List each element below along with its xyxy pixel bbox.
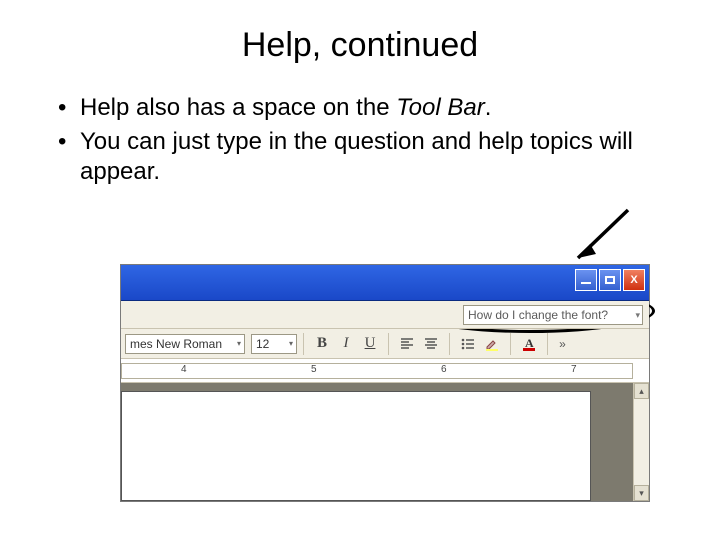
separator: [547, 333, 548, 355]
formatting-toolbar: mes New Roman ▾ 12 ▾ B I U A »: [121, 329, 649, 359]
help-search-input[interactable]: How do I change the font? ▾: [463, 305, 643, 325]
chevron-down-icon[interactable]: ▾: [289, 339, 293, 348]
scroll-down-button[interactable]: ▾: [634, 485, 649, 501]
scroll-up-button[interactable]: ▴: [634, 383, 649, 399]
svg-text:A: A: [525, 336, 534, 350]
titlebar: X: [121, 265, 649, 301]
chevron-down-icon[interactable]: ▾: [635, 310, 640, 321]
page-title: Help, continued: [30, 26, 690, 65]
highlight-button[interactable]: [481, 333, 503, 355]
menubar: How do I change the font? ▾: [121, 301, 649, 329]
separator: [303, 333, 304, 355]
align-center-button[interactable]: [420, 333, 442, 355]
bullet-list: Help also has a space on the Tool Bar. Y…: [58, 93, 690, 187]
annotation-arrow: [566, 206, 636, 266]
document-area: ▴ ▾: [121, 383, 649, 501]
close-button[interactable]: X: [623, 269, 645, 291]
list-item: Help also has a space on the Tool Bar.: [58, 93, 690, 123]
font-name-select[interactable]: mes New Roman ▾: [125, 334, 245, 354]
underline-button[interactable]: U: [359, 333, 381, 355]
page: [121, 391, 591, 501]
font-color-button[interactable]: A: [518, 333, 540, 355]
chevron-down-icon[interactable]: ▾: [237, 339, 241, 348]
bullets-button[interactable]: [457, 333, 479, 355]
italic-button[interactable]: I: [335, 333, 357, 355]
separator: [510, 333, 511, 355]
bold-button[interactable]: B: [311, 333, 333, 355]
vertical-scrollbar[interactable]: ▴ ▾: [633, 383, 649, 501]
ruler: 4 5 6 7: [121, 359, 649, 383]
maximize-button[interactable]: [599, 269, 621, 291]
list-item: You can just type in the question and he…: [58, 127, 690, 187]
toolbar-overflow-button[interactable]: »: [554, 337, 572, 351]
help-search-text: How do I change the font?: [468, 308, 608, 322]
word-screenshot: X How do I change the font? ▾ mes New Ro…: [120, 264, 650, 502]
minimize-button[interactable]: [575, 269, 597, 291]
separator: [449, 333, 450, 355]
align-left-button[interactable]: [396, 333, 418, 355]
font-size-select[interactable]: 12 ▾: [251, 334, 297, 354]
separator: [388, 333, 389, 355]
